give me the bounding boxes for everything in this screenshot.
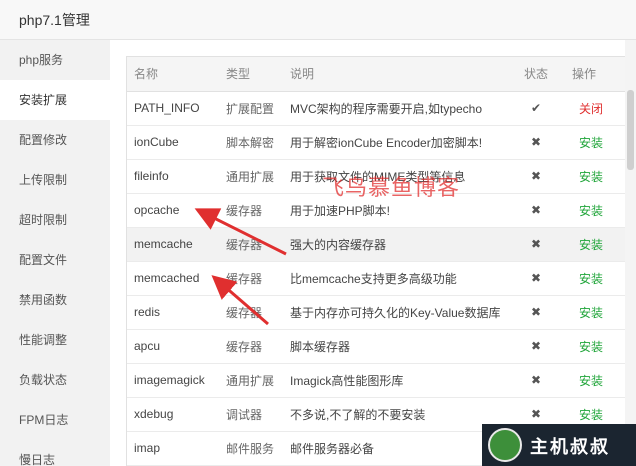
status-icon: ✖: [517, 329, 565, 364]
extension-description: 脚本缓存器: [283, 329, 517, 364]
extension-type: 缓存器: [219, 193, 283, 228]
extension-name: xdebug: [127, 397, 219, 432]
sidebar-item-install-extensions[interactable]: 安装扩展: [0, 80, 110, 120]
status-icon: ✖: [517, 125, 565, 160]
table-row: ionCube 脚本解密 用于解密ionCube Encoder加密脚本! ✖ 安装: [127, 125, 631, 160]
extension-name: redis: [127, 295, 219, 330]
extension-description: MVC架构的程序需要开启,如typecho: [283, 91, 517, 126]
extension-name: apcu: [127, 329, 219, 364]
operation-cell: 安装: [565, 159, 631, 194]
sidebar-item-fpm-log[interactable]: FPM日志: [0, 400, 110, 440]
operation-cell: 关闭: [565, 91, 631, 126]
column-header-description: 说明: [283, 57, 517, 92]
extension-type: 缓存器: [219, 329, 283, 364]
sidebar: php服务 安装扩展 配置修改 上传限制 超时限制 配置文件 禁用函数 性能调整…: [0, 40, 110, 466]
column-header-name: 名称: [127, 57, 219, 92]
install-button[interactable]: 安装: [579, 272, 603, 286]
extension-name: memcache: [127, 227, 219, 262]
operation-cell: 安装: [565, 261, 631, 296]
sidebar-item-performance-tuning[interactable]: 性能调整: [0, 320, 110, 360]
extension-description: 基于内存亦可持久化的Key-Value数据库: [283, 295, 517, 330]
sidebar-item-php-service[interactable]: php服务: [0, 40, 110, 80]
scrollbar[interactable]: [625, 40, 636, 466]
operation-cell: 安装: [565, 227, 631, 262]
table-row: PATH_INFO 扩展配置 MVC架构的程序需要开启,如typecho ✔ 关闭: [127, 91, 631, 126]
status-icon: ✖: [517, 193, 565, 228]
extension-description: 比memcache支持更多高级功能: [283, 261, 517, 296]
window-title: php7.1管理: [19, 12, 90, 28]
sidebar-item-upload-limit[interactable]: 上传限制: [0, 160, 110, 200]
table-row: imagemagick 通用扩展 Imagick高性能图形库 ✖ 安装: [127, 363, 631, 398]
extension-description: 强大的内容缓存器: [283, 227, 517, 262]
status-icon: ✔: [517, 91, 565, 126]
operation-cell: 安装: [565, 193, 631, 228]
badge-text: 主机叔叔: [530, 437, 610, 458]
install-button[interactable]: 安装: [579, 374, 603, 388]
site-badge: 主机叔叔: [482, 424, 636, 466]
column-header-status: 状态: [517, 57, 565, 92]
watermark-text: 飞鸟慕鱼博客: [322, 176, 461, 201]
sidebar-item-disabled-functions[interactable]: 禁用函数: [0, 280, 110, 320]
extensions-table-container: 名称 类型 说明 状态 操作 PATH_INFO 扩展配置 MVC架构的程序需要开启…: [126, 56, 632, 466]
column-header-type: 类型: [219, 57, 283, 92]
scrollbar-thumb[interactable]: [627, 90, 634, 170]
status-icon: ✖: [517, 159, 565, 194]
extension-name: imagemagick: [127, 363, 219, 398]
extensions-table: 名称 类型 说明 状态 操作 PATH_INFO 扩展配置 MVC架构的程序需要开启…: [127, 57, 631, 466]
operation-cell: 安装: [565, 363, 631, 398]
table-header-row: 名称 类型 说明 状态 操作: [127, 57, 631, 92]
sidebar-item-config-edit[interactable]: 配置修改: [0, 120, 110, 160]
extension-name: PATH_INFO: [127, 91, 219, 126]
extension-name: fileinfo: [127, 159, 219, 194]
extension-type: 缓存器: [219, 227, 283, 262]
status-icon: ✖: [517, 227, 565, 262]
disable-button[interactable]: 关闭: [579, 102, 603, 116]
table-row: memcached 缓存器 比memcache支持更多高级功能 ✖ 安装: [127, 261, 631, 296]
sidebar-item-timeout-limit[interactable]: 超时限制: [0, 200, 110, 240]
sidebar-item-config-file[interactable]: 配置文件: [0, 240, 110, 280]
extension-type: 通用扩展: [219, 159, 283, 194]
extension-type: 脚本解密: [219, 125, 283, 160]
extension-name: opcache: [127, 193, 219, 228]
extension-type: 缓存器: [219, 295, 283, 330]
install-button[interactable]: 安装: [579, 136, 603, 150]
table-row: redis 缓存器 基于内存亦可持久化的Key-Value数据库 ✖ 安装: [127, 295, 631, 330]
sidebar-item-load-status[interactable]: 负载状态: [0, 360, 110, 400]
extension-description: 用于解密ionCube Encoder加密脚本!: [283, 125, 517, 160]
install-button[interactable]: 安装: [579, 170, 603, 184]
extension-name: ionCube: [127, 125, 219, 160]
extension-type: 缓存器: [219, 261, 283, 296]
table-row: apcu 缓存器 脚本缓存器 ✖ 安装: [127, 329, 631, 364]
extension-type: 调试器: [219, 397, 283, 432]
extension-type: 通用扩展: [219, 363, 283, 398]
extension-description: Imagick高性能图形库: [283, 363, 517, 398]
operation-cell: 安装: [565, 329, 631, 364]
window-titlebar: php7.1管理: [0, 0, 636, 40]
table-row: memcache 缓存器 强大的内容缓存器 ✖ 安装: [127, 227, 631, 262]
extension-type: 邮件服务: [219, 431, 283, 466]
mascot-logo-icon: [488, 428, 522, 462]
status-icon: ✖: [517, 295, 565, 330]
operation-cell: 安装: [565, 295, 631, 330]
extension-name: memcached: [127, 261, 219, 296]
extension-name: imap: [127, 431, 219, 466]
install-button[interactable]: 安装: [579, 340, 603, 354]
install-button[interactable]: 安装: [579, 238, 603, 252]
install-button[interactable]: 安装: [579, 408, 603, 422]
install-button[interactable]: 安装: [579, 204, 603, 218]
main-panel: 名称 类型 说明 状态 操作 PATH_INFO 扩展配置 MVC架构的程序需要开启…: [110, 40, 636, 466]
status-icon: ✖: [517, 363, 565, 398]
sidebar-item-slow-log[interactable]: 慢日志: [0, 440, 110, 466]
column-header-operation: 操作: [565, 57, 631, 92]
status-icon: ✖: [517, 261, 565, 296]
extension-type: 扩展配置: [219, 91, 283, 126]
operation-cell: 安装: [565, 125, 631, 160]
install-button[interactable]: 安装: [579, 306, 603, 320]
